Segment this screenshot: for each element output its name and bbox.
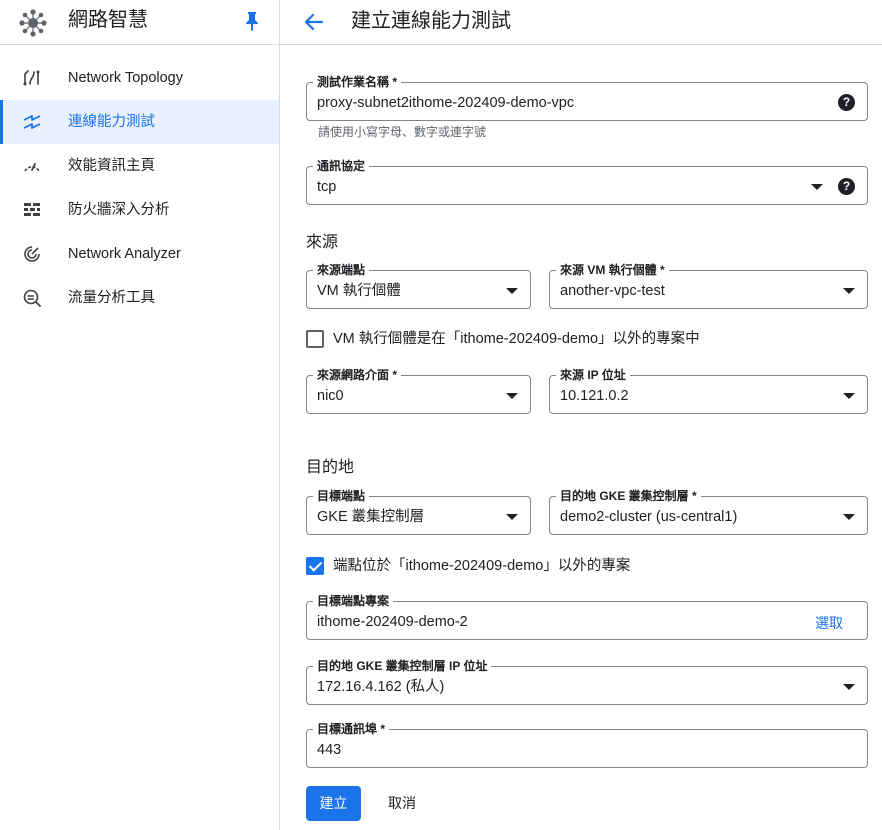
dropdown-arrow-icon — [506, 514, 518, 520]
sidebar-item-flow-analyzer[interactable]: 流量分析工具 — [0, 276, 279, 320]
dropdown-arrow-icon — [843, 514, 855, 520]
source-heading: 來源 — [306, 234, 339, 251]
destination-endpoint-value: GKE 叢集控制層 — [317, 509, 425, 525]
source-vm-value: another-vpc-test — [560, 283, 665, 299]
dropdown-arrow-icon — [811, 184, 823, 190]
source-network-interface-select[interactable]: 來源網路介面 * nic0 — [306, 368, 531, 414]
test-name-label: 測試作業名稱 * — [313, 75, 402, 89]
dropdown-arrow-icon — [506, 288, 518, 294]
protocol-value: tcp — [317, 179, 337, 195]
dropdown-arrow-icon — [843, 393, 855, 399]
sidebar-item-connectivity-tests[interactable]: 連線能力測試 — [0, 100, 279, 144]
destination-gke-ip-label: 目的地 GKE 叢集控制層 IP 位址 — [313, 659, 492, 673]
destination-heading: 目的地 — [306, 459, 355, 476]
select-project-button[interactable]: 選取 — [815, 614, 843, 632]
destination-gke-control-plane-select[interactable]: 目的地 GKE 叢集控制層 * demo2-cluster (us-centra… — [549, 489, 868, 535]
destination-gke-ip-value: 172.16.4.162 (私人) — [317, 679, 445, 695]
source-ip-label: 來源 IP 位址 — [556, 368, 630, 382]
test-name-value: proxy-subnet2ithome-202409-demo-vpc — [317, 95, 575, 111]
destination-gke-label: 目的地 GKE 叢集控制層 * — [556, 489, 701, 503]
sidebar-item-label: 防火牆深入分析 — [68, 202, 170, 218]
source-network-interface-label: 來源網路介面 * — [313, 368, 402, 382]
sidebar-item-label: 連線能力測試 — [68, 114, 155, 130]
protocol-select[interactable]: 通訊協定 tcp ? — [306, 159, 868, 205]
topology-icon — [23, 70, 40, 86]
source-endpoint-label: 來源端點 — [313, 263, 370, 277]
destination-project-label: 目標端點專案 — [313, 594, 394, 608]
page-title: 建立連線能力測試 — [351, 10, 511, 32]
sidebar: 網路智慧 Network Topology 連線能力測試 效能資訊主頁 防火牆深… — [0, 0, 280, 830]
destination-other-project-checkbox[interactable] — [306, 557, 324, 575]
destination-port-field[interactable]: 目標通訊埠 * 443 — [306, 722, 868, 768]
traffic-analysis-icon — [23, 289, 41, 307]
destination-project-field[interactable]: 目標端點專案 ithome-202409-demo-2 選取 — [306, 594, 868, 640]
source-other-project-checkbox[interactable] — [306, 330, 324, 348]
page-header: 建立連線能力測試 — [280, 0, 882, 45]
sidebar-title: 網路智慧 — [68, 9, 148, 31]
connectivity-icon — [23, 115, 41, 129]
destination-endpoint-label: 目標端點 — [313, 489, 370, 503]
network-intelligence-logo-icon — [19, 9, 47, 37]
speedometer-icon — [24, 163, 40, 172]
source-endpoint-select[interactable]: 來源端點 VM 執行個體 — [306, 263, 531, 309]
destination-port-label: 目標通訊埠 * — [313, 722, 390, 736]
source-vm-label: 來源 VM 執行個體 * — [556, 263, 669, 277]
sidebar-item-network-topology[interactable]: Network Topology — [0, 56, 279, 100]
help-icon[interactable]: ? — [838, 94, 855, 111]
sidebar-item-performance-dashboard[interactable]: 效能資訊主頁 — [0, 144, 279, 188]
test-name-field[interactable]: 測試作業名稱 * proxy-subnet2ithome-202409-demo… — [306, 75, 868, 121]
sidebar-item-firewall-insights[interactable]: 防火牆深入分析 — [0, 188, 279, 232]
sidebar-header: 網路智慧 — [0, 0, 279, 45]
destination-project-value: ithome-202409-demo-2 — [317, 614, 468, 630]
source-ip-value: 10.121.0.2 — [560, 388, 629, 404]
destination-gke-ip-select[interactable]: 目的地 GKE 叢集控制層 IP 位址 172.16.4.162 (私人) — [306, 659, 868, 705]
dropdown-arrow-icon — [843, 684, 855, 690]
sidebar-item-network-analyzer[interactable]: Network Analyzer — [0, 232, 279, 276]
sidebar-item-label: 流量分析工具 — [68, 290, 155, 306]
source-network-interface-value: nic0 — [317, 388, 344, 404]
sidebar-item-label: Network Analyzer — [68, 246, 181, 262]
destination-other-project-label: 端點位於「ithome-202409-demo」以外的專案 — [333, 558, 631, 574]
destination-endpoint-select[interactable]: 目標端點 GKE 叢集控制層 — [306, 489, 531, 535]
sidebar-item-label: Network Topology — [68, 70, 183, 86]
sidebar-item-label: 效能資訊主頁 — [68, 158, 155, 174]
create-button[interactable]: 建立 — [306, 786, 361, 821]
dropdown-arrow-icon — [506, 393, 518, 399]
pin-icon[interactable] — [244, 11, 260, 31]
analyzer-icon — [24, 246, 40, 262]
source-vm-select[interactable]: 來源 VM 執行個體 * another-vpc-test — [549, 263, 868, 309]
source-endpoint-value: VM 執行個體 — [317, 283, 401, 299]
test-name-hint: 請使用小寫字母、數字或連字號 — [318, 125, 487, 139]
cancel-button[interactable]: 取消 — [378, 786, 426, 821]
firewall-icon — [24, 203, 40, 216]
source-ip-select[interactable]: 來源 IP 位址 10.121.0.2 — [549, 368, 868, 414]
destination-gke-value: demo2-cluster (us-central1) — [560, 509, 738, 525]
dropdown-arrow-icon — [843, 288, 855, 294]
destination-port-value: 443 — [317, 742, 342, 758]
source-other-project-label: VM 執行個體是在「ithome-202409-demo」以外的專案中 — [333, 331, 700, 347]
help-icon[interactable]: ? — [838, 178, 855, 195]
back-arrow-icon[interactable] — [300, 8, 328, 36]
protocol-label: 通訊協定 — [313, 159, 370, 173]
